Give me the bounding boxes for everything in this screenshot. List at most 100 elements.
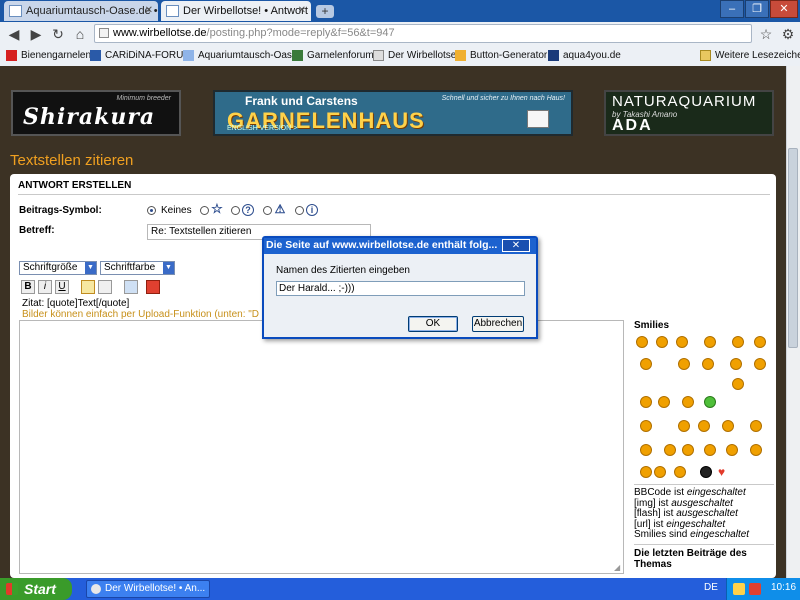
bookmark-button-generator[interactable]: Button-Generator [455,49,547,63]
smiley-icon[interactable] [664,444,676,456]
smiley-icon[interactable] [640,358,652,370]
font-color-select-value: Schriftfarbe [104,262,156,273]
smiley-icon[interactable] [682,444,694,456]
banner-footer: ENGLISH VERSION > [227,125,298,132]
radio-icon-warning[interactable] [263,206,272,215]
close-window-button[interactable]: ✕ [770,0,798,18]
other-bookmarks[interactable]: Weitere Lesezeichen [700,49,800,63]
dialog-close-button[interactable]: ✕ [502,239,530,252]
bold-button[interactable]: B [21,280,35,294]
smiley-icon[interactable] [678,358,690,370]
start-button[interactable]: Start [0,578,72,600]
bookmark-aqua4you[interactable]: aqua4you.de [548,49,621,63]
scrollbar-thumb[interactable] [788,148,798,348]
bookmark-wirbellotse[interactable]: Der Wirbellotse [373,49,456,63]
smiley-icon[interactable] [640,466,652,478]
code-icon[interactable] [98,280,112,294]
tray-app-icon[interactable] [733,583,745,595]
smiley-icon[interactable] [726,444,738,456]
tray-security-icon[interactable] [749,583,761,595]
radio-icon-star[interactable] [200,206,209,215]
bookmark-star-icon[interactable]: ☆ [756,25,776,43]
new-tab-button[interactable]: + [316,5,334,18]
italic-button[interactable]: i [38,280,52,294]
wrench-icon[interactable]: ⚙ [778,25,798,43]
reload-icon[interactable]: ↻ [48,25,68,43]
quote-icon[interactable] [81,280,95,294]
smiley-icon[interactable] [654,466,666,478]
bookmark-garnelenforum[interactable]: Garnelenforum [292,49,374,63]
youtube-icon[interactable] [146,280,160,294]
dialog-title: Die Seite auf www.wirbellotse.de enthält… [266,239,498,251]
address-bar[interactable]: www.wirbellotse.de/posting.php?mode=repl… [94,24,752,43]
smiley-icon[interactable] [640,444,652,456]
other-bookmarks-label: Weitere Lesezeichen [715,50,800,61]
smiley-icon[interactable] [682,396,694,408]
heart-icon[interactable]: ♥ [718,466,730,478]
smiley-icon[interactable] [640,420,652,432]
folder-icon [700,50,711,61]
radio-icon-info[interactable] [295,206,304,215]
mail-icon [9,5,22,17]
smiley-icon[interactable] [754,358,766,370]
banner-shirakura[interactable]: Minimum breeder Shirakura [11,90,181,136]
smiley-icon[interactable] [704,444,716,456]
radio-icon-none[interactable] [147,206,156,215]
underline-button[interactable]: U [55,280,69,294]
smiley-icon[interactable] [656,336,668,348]
smiley-icon[interactable] [730,358,742,370]
tab-close-icon[interactable]: ✕ [145,1,153,21]
smiley-icon[interactable] [704,396,716,408]
language-indicator[interactable]: DE [704,582,718,593]
taskbar-item-label: Der Wirbellotse! • An... [105,583,206,594]
bookmark-caridina-forum[interactable]: CARiDiNA-FORUM [90,49,192,63]
smiley-icon[interactable] [698,420,710,432]
smiley-icon[interactable] [732,336,744,348]
page-title: Textstellen zitieren [10,152,134,169]
smiley-icon[interactable] [678,420,690,432]
smiley-icon[interactable] [732,378,744,390]
forward-arrow-icon[interactable]: ▶ [26,25,46,43]
smiley-icon[interactable] [750,420,762,432]
home-icon[interactable]: ⌂ [70,25,90,43]
dialog-titlebar[interactable]: Die Seite auf www.wirbellotse.de enthält… [264,238,536,254]
minimize-button[interactable]: – [720,0,744,18]
cancel-button[interactable]: Abbrechen [472,316,524,332]
tab-close-icon[interactable]: ✕ [298,1,306,21]
tab-wirbellotse[interactable]: Der Wirbellotse! • Antwort ... ✕ [161,1,311,21]
tab-label: Der Wirbellotse! • Antwort ... [183,5,311,17]
radio-icon-question[interactable] [231,206,240,215]
smiley-icon[interactable] [722,420,734,432]
smilies-title: Smilies [634,320,670,331]
quote-hint: Zitat: [quote]Text[/quote] [22,298,130,309]
quoted-name-input[interactable]: Der Harald... ;-))) [276,281,525,296]
image-icon[interactable] [124,280,138,294]
back-arrow-icon[interactable]: ◀ [4,25,24,43]
house-icon [527,110,549,128]
bomb-icon[interactable] [700,466,712,478]
bookmark-bienengarnelen[interactable]: Bienengarnelen [6,49,91,63]
resize-handle-icon[interactable]: ◢ [614,564,622,572]
font-color-select[interactable]: Schriftfarbe ▼ [100,261,175,275]
section-header: ANTWORT ERSTELLEN [18,180,132,191]
url-path: /posting.php?mode=reply&f=56&t=947 [206,27,395,39]
message-textarea[interactable]: ◢ [19,320,624,574]
smiley-icon[interactable] [676,336,688,348]
smiley-icon[interactable] [704,336,716,348]
ok-button[interactable]: OK [408,316,458,332]
font-size-select[interactable]: Schriftgröße ▼ [19,261,97,275]
banner-ada[interactable]: NATURAQUARIUM by Takashi Amano ADA [604,90,774,136]
radio-icon-none-label: Keines [161,205,192,216]
maximize-button[interactable]: ❐ [745,0,769,18]
smiley-icon[interactable] [754,336,766,348]
bookmark-aquariumtausch-oase[interactable]: Aquariumtausch-Oase [183,49,298,63]
smiley-icon[interactable] [640,396,652,408]
smiley-icon[interactable] [702,358,714,370]
banner-garnelenhaus[interactable]: Frank und Carstens Schnell und sicher zu… [213,90,573,136]
smiley-icon[interactable] [636,336,648,348]
tab-aquariumtausch[interactable]: Aquariumtausch-Oase.de •... ✕ [4,1,158,21]
smiley-icon[interactable] [750,444,762,456]
smiley-icon[interactable] [658,396,670,408]
smiley-icon[interactable] [674,466,686,478]
taskbar-item-browser[interactable]: Der Wirbellotse! • An... [86,580,210,598]
